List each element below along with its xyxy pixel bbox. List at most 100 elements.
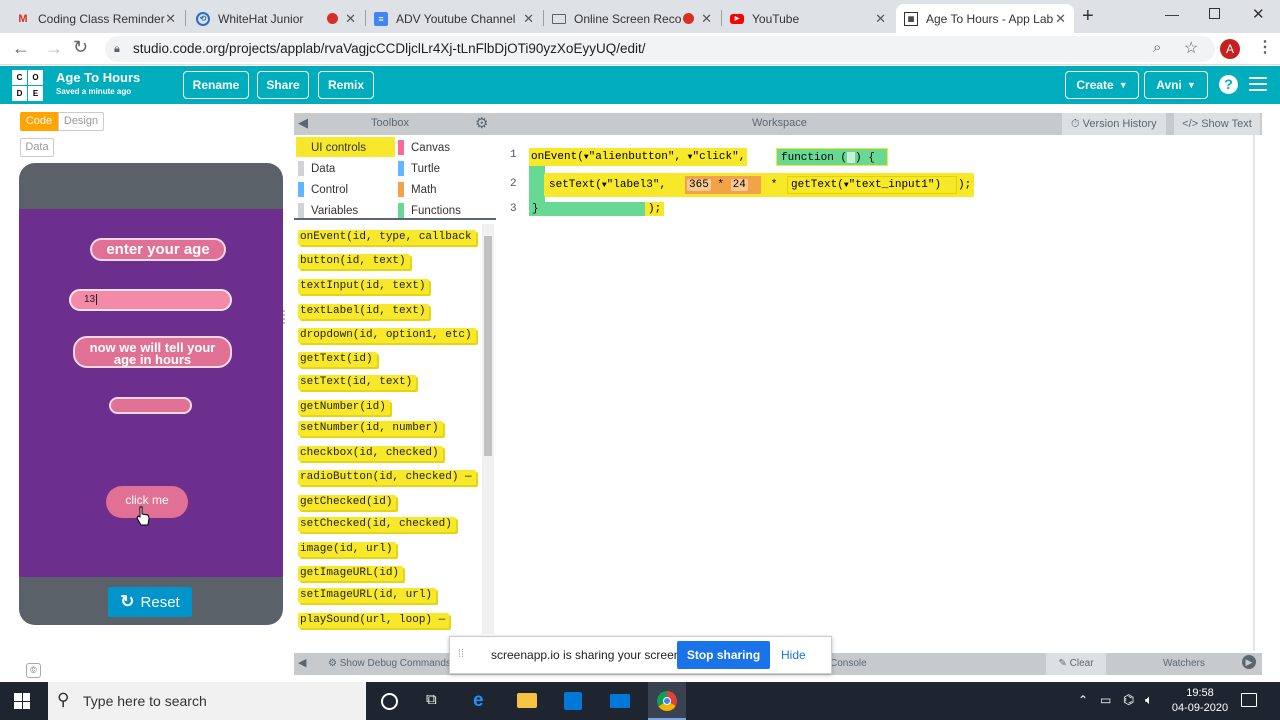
toolbox-category[interactable]: Control <box>298 181 348 198</box>
back-icon[interactable]: ← <box>12 38 30 59</box>
zoom-icon[interactable]: ⌕ <box>1153 39 1161 56</box>
workspace-scrollbar[interactable] <box>1253 135 1255 651</box>
tab-screen-recorder[interactable]: Online Screen Reco ✕ <box>544 4 720 33</box>
toolbox-category[interactable]: Variables <box>298 202 358 219</box>
multiply-block[interactable]: 365 * 24 <box>685 176 761 194</box>
toolbox-block[interactable]: getNumber(id) <box>298 400 390 415</box>
toolbox-block[interactable]: setImageURL(id, url) <box>298 588 437 603</box>
toolbox-block[interactable]: image(id, url) <box>298 542 397 557</box>
close-tab-icon[interactable]: ✕ <box>1055 11 1066 27</box>
close-tab-icon[interactable]: ✕ <box>701 11 712 27</box>
toolbox-category[interactable]: Turtle <box>398 160 440 177</box>
share-button[interactable]: Share <box>257 71 309 99</box>
hide-link[interactable]: Hide <box>781 648 806 662</box>
toolbox-category[interactable]: Canvas <box>398 139 450 156</box>
toolbox-block[interactable]: radioButton(id, checked) — <box>298 470 476 485</box>
toolbox-category[interactable]: UI controls <box>298 139 366 156</box>
toolbox-block[interactable]: playSound(url, loop) — <box>298 613 450 628</box>
minimize-icon[interactable]: — <box>1165 6 1179 22</box>
store-icon[interactable] <box>564 692 582 710</box>
cortana-icon[interactable] <box>381 693 398 710</box>
expand-debug-icon[interactable]: ◀ <box>298 656 306 669</box>
restore-icon[interactable] <box>1209 8 1220 19</box>
toolbox-block[interactable]: button(id, text) <box>298 254 410 269</box>
toolbox-block[interactable]: setText(id, text) <box>298 375 417 390</box>
show-debug-commands[interactable]: ⚙ Show Debug Commands <box>328 658 451 669</box>
task-view-icon[interactable]: ⧉ <box>426 691 437 708</box>
close-tab-icon[interactable]: ✕ <box>345 11 356 27</box>
user-dropdown[interactable]: Avni ▼ <box>1144 71 1208 99</box>
file-explorer-icon[interactable] <box>517 693 537 708</box>
toolbox-category[interactable]: Functions <box>398 202 461 219</box>
notifications-icon[interactable] <box>1241 693 1257 707</box>
event-type-dropdown[interactable]: "click" <box>692 151 738 163</box>
toolbox-block[interactable]: textLabel(id, text) <box>298 304 430 319</box>
age-text-input[interactable]: 13 <box>69 289 232 311</box>
workspace-editor[interactable]: 1 2 3 onEvent(▼"alienbutton", ▼"click", … <box>496 135 1262 651</box>
help-icon[interactable]: ? <box>1219 75 1238 94</box>
tab-gmail[interactable]: M Coding Class Reminder ✕ <box>8 4 184 33</box>
toolbox-block[interactable]: textInput(id, text) <box>298 279 430 294</box>
toolbox-block[interactable]: checkbox(id, checked) <box>298 446 443 461</box>
toolbox-block[interactable]: getText(id) <box>298 352 377 367</box>
toolbox-block[interactable]: getChecked(id) <box>298 495 397 510</box>
toolbox-block[interactable]: setChecked(id, checked) <box>298 517 456 532</box>
menu-kebab-icon[interactable]: ⋮ <box>1257 37 1273 57</box>
new-tab-icon[interactable]: + <box>1082 5 1094 28</box>
bookmark-star-icon[interactable]: ☆ <box>1184 38 1198 58</box>
function-block[interactable]: function () { <box>776 148 888 166</box>
gear-icon[interactable]: ⚙ <box>475 114 488 132</box>
event-id-dropdown[interactable]: "alienbutton" <box>589 151 675 163</box>
panel-resize-handle[interactable] <box>283 310 291 324</box>
toolbox-block[interactable]: getImageURL(id) <box>298 566 404 581</box>
tab-whitehat[interactable]: ⟲ WhiteHat Junior ✕ <box>188 4 364 33</box>
hamburger-menu-icon[interactable] <box>1249 77 1267 91</box>
design-mode-toggle[interactable]: Design <box>58 112 104 131</box>
watchers-toggle-icon[interactable]: ▶ <box>1242 655 1256 669</box>
battery-icon[interactable]: ▭ <box>1100 693 1111 707</box>
version-history-button[interactable]: ⏱ Version History <box>1062 113 1166 135</box>
rename-button[interactable]: Rename <box>183 71 249 99</box>
remix-button[interactable]: Remix <box>318 71 374 99</box>
drag-handle-icon[interactable]: ⁞⁞ <box>458 648 464 660</box>
onevent-block[interactable]: onEvent(▼"alienbutton", ▼"click", <box>529 148 748 166</box>
clear-button[interactable]: ✎ Clear <box>1046 653 1106 675</box>
volume-icon[interactable]: 🔈︎ <box>1145 692 1153 708</box>
toolbox-block[interactable]: dropdown(id, option1, etc) <box>298 328 476 343</box>
show-text-button[interactable]: </> Show Text <box>1174 113 1260 135</box>
chrome-taskbar-button[interactable] <box>648 682 686 720</box>
tab-age-to-hours[interactable]: ▦ Age To Hours - App Lab ✕ <box>896 4 1074 33</box>
network-icon[interactable]: ⌬ <box>1123 692 1134 708</box>
close-window-icon[interactable]: ✕ <box>1252 5 1265 23</box>
stop-sharing-button[interactable]: Stop sharing <box>677 641 770 669</box>
taskbar-search-box[interactable]: ⚲ Type here to search <box>48 682 366 720</box>
reset-button[interactable]: ↻ Reset <box>108 587 192 617</box>
copyright-icon[interactable]: © <box>26 663 41 678</box>
url-field[interactable]: 🔒︎ studio.code.org/projects/applab/rvaVa… <box>105 36 1215 62</box>
settext-id-dropdown[interactable]: "label3" <box>607 179 660 191</box>
forward-icon[interactable]: → <box>45 38 63 59</box>
toolbox-category[interactable]: Data <box>298 160 335 177</box>
data-mode-toggle[interactable]: Data <box>20 138 54 157</box>
gettext-block[interactable]: getText(▼"text_input1") <box>787 176 957 194</box>
show-hidden-icons-icon[interactable]: ⌃ <box>1078 693 1088 707</box>
toolbox-block[interactable]: onEvent(id, type, callback <box>298 230 476 245</box>
mail-icon[interactable] <box>610 694 630 708</box>
create-dropdown[interactable]: Create ▼ <box>1065 71 1139 99</box>
close-tab-icon[interactable]: ✕ <box>523 11 534 27</box>
tab-youtube[interactable]: ▶ YouTube ✕ <box>722 4 894 33</box>
reload-icon[interactable]: ↻ <box>73 37 88 58</box>
gettext-id-dropdown[interactable]: "text_input1" <box>849 179 935 191</box>
codeorg-logo[interactable]: C O D E <box>12 70 43 101</box>
toolbox-block[interactable]: setNumber(id, number) <box>298 421 443 436</box>
windows-start-icon[interactable] <box>14 693 30 709</box>
toolbox-scrollbar[interactable] <box>482 224 494 634</box>
toolbox-category[interactable]: Math <box>398 181 437 198</box>
close-tab-icon[interactable]: ✕ <box>165 11 176 27</box>
profile-avatar[interactable]: A <box>1220 39 1240 59</box>
close-tab-icon[interactable]: ✕ <box>875 11 886 27</box>
code-mode-toggle[interactable]: Code <box>20 112 58 131</box>
clock[interactable]: 19:58 04-09-2020 <box>1168 686 1232 716</box>
tab-docs[interactable]: ≡ ADV Youtube Channel ✕ <box>366 4 542 33</box>
edge-icon[interactable]: e <box>473 690 484 712</box>
